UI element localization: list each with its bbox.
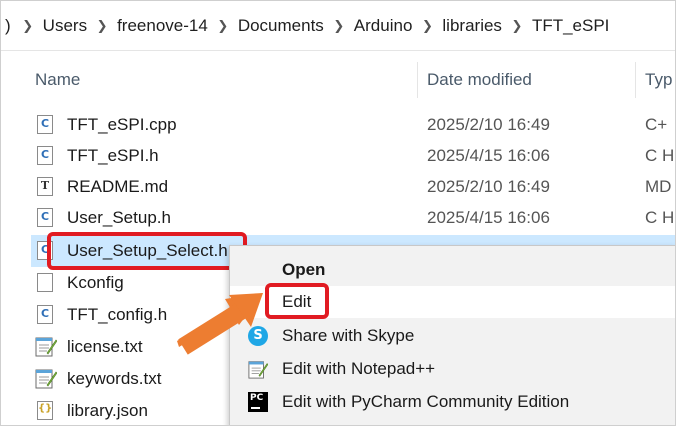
menu-item-label: Edit with Notepad++ bbox=[282, 359, 436, 378]
c-header-file-icon: C bbox=[37, 208, 53, 227]
file-type: C+ bbox=[645, 115, 668, 134]
file-name: library.json bbox=[67, 401, 148, 420]
file-name: Kconfig bbox=[67, 273, 124, 292]
context-menu: Open Edit S Share with Skype Edit with N… bbox=[229, 245, 675, 425]
menu-item-edit-with-notepad[interactable]: Edit with Notepad++ bbox=[230, 353, 675, 385]
column-divider[interactable] bbox=[417, 62, 418, 98]
breadcrumb-item-arduino[interactable]: Arduino bbox=[350, 16, 417, 36]
menu-item-open[interactable]: Open bbox=[230, 254, 675, 286]
menu-item-edit-with-pycharm[interactable]: PC Edit with PyCharm Community Edition bbox=[230, 386, 675, 418]
menu-item-label: Share with Skype bbox=[282, 326, 415, 345]
file-row-readme[interactable]: T README.md 2025/2/10 16:49 MD bbox=[31, 171, 675, 203]
c-header-file-icon: C bbox=[37, 146, 53, 165]
breadcrumb-item-documents[interactable]: Documents bbox=[234, 16, 328, 36]
breadcrumb-item-tft-espi[interactable]: TFT_eSPI bbox=[528, 16, 613, 36]
file-date: 2025/4/15 16:06 bbox=[427, 208, 550, 227]
notepad-file-icon bbox=[35, 369, 57, 389]
notepad-file-icon bbox=[35, 337, 57, 357]
breadcrumb: ) ❯ Users ❯ freenove-14 ❯ Documents ❯ Ar… bbox=[1, 1, 675, 51]
chevron-right-icon[interactable]: ❯ bbox=[506, 18, 528, 34]
chevron-right-icon: ❯ bbox=[22, 17, 34, 33]
file-date: 2025/4/15 16:06 bbox=[427, 146, 550, 165]
chevron-right-icon[interactable]: ❯ bbox=[328, 18, 350, 34]
file-explorer-window: ) ❯ Users ❯ freenove-14 ❯ Documents ❯ Ar… bbox=[0, 0, 676, 426]
menu-item-label: Edit with PyCharm Community Edition bbox=[282, 392, 570, 411]
c-header-file-icon: C bbox=[37, 305, 53, 324]
breadcrumb-item-freenove[interactable]: freenove-14 bbox=[113, 16, 212, 36]
file-date: 2025/2/10 16:49 bbox=[427, 115, 550, 134]
file-row-tft-espi-cpp[interactable]: C TFT_eSPI.cpp 2025/2/10 16:49 C+ bbox=[31, 109, 675, 141]
file-name: license.txt bbox=[67, 337, 143, 356]
file-name: keywords.txt bbox=[67, 369, 162, 388]
menu-item-label: Open bbox=[282, 260, 326, 279]
column-header-type[interactable]: Typ bbox=[645, 70, 672, 90]
file-name: TFT_config.h bbox=[67, 305, 168, 324]
file-name: TFT_eSPI.cpp bbox=[67, 115, 177, 134]
column-headers: Name Date modified Typ bbox=[1, 56, 675, 106]
breadcrumb-edge: ) bbox=[5, 15, 11, 35]
arrow-pointer-icon bbox=[177, 293, 263, 355]
file-row-tft-espi-h[interactable]: C TFT_eSPI.h 2025/4/15 16:06 C H bbox=[31, 140, 675, 172]
highlight-box-selected-file bbox=[47, 232, 247, 270]
chevron-right-icon[interactable]: ❯ bbox=[91, 18, 113, 34]
file-type: C H bbox=[645, 208, 675, 227]
text-file-icon: T bbox=[37, 177, 53, 196]
json-file-icon: {} bbox=[37, 401, 53, 420]
column-divider[interactable] bbox=[635, 62, 636, 98]
menu-item-share-with-skype[interactable]: S Share with Skype bbox=[230, 320, 675, 352]
file-name: README.md bbox=[67, 177, 169, 196]
column-header-name[interactable]: Name bbox=[35, 70, 80, 90]
file-name: TFT_eSPI.h bbox=[67, 146, 159, 165]
file-date: 2025/2/10 16:49 bbox=[427, 177, 550, 196]
chevron-right-icon[interactable]: ❯ bbox=[212, 18, 234, 34]
chevron-right-icon[interactable]: ❯ bbox=[416, 18, 438, 34]
blank-file-icon bbox=[37, 273, 53, 292]
file-type: C H bbox=[645, 146, 675, 165]
file-name: User_Setup.h bbox=[67, 208, 171, 227]
breadcrumb-item-libraries[interactable]: libraries bbox=[438, 16, 506, 36]
file-row-user-setup[interactable]: C User_Setup.h 2025/4/15 16:06 C H bbox=[31, 202, 675, 234]
file-type: MD bbox=[645, 177, 672, 196]
cpp-file-icon: C bbox=[37, 115, 53, 134]
pycharm-icon: PC bbox=[248, 392, 268, 412]
breadcrumb-item-users[interactable]: Users bbox=[39, 16, 91, 36]
column-header-date-modified[interactable]: Date modified bbox=[427, 70, 532, 90]
